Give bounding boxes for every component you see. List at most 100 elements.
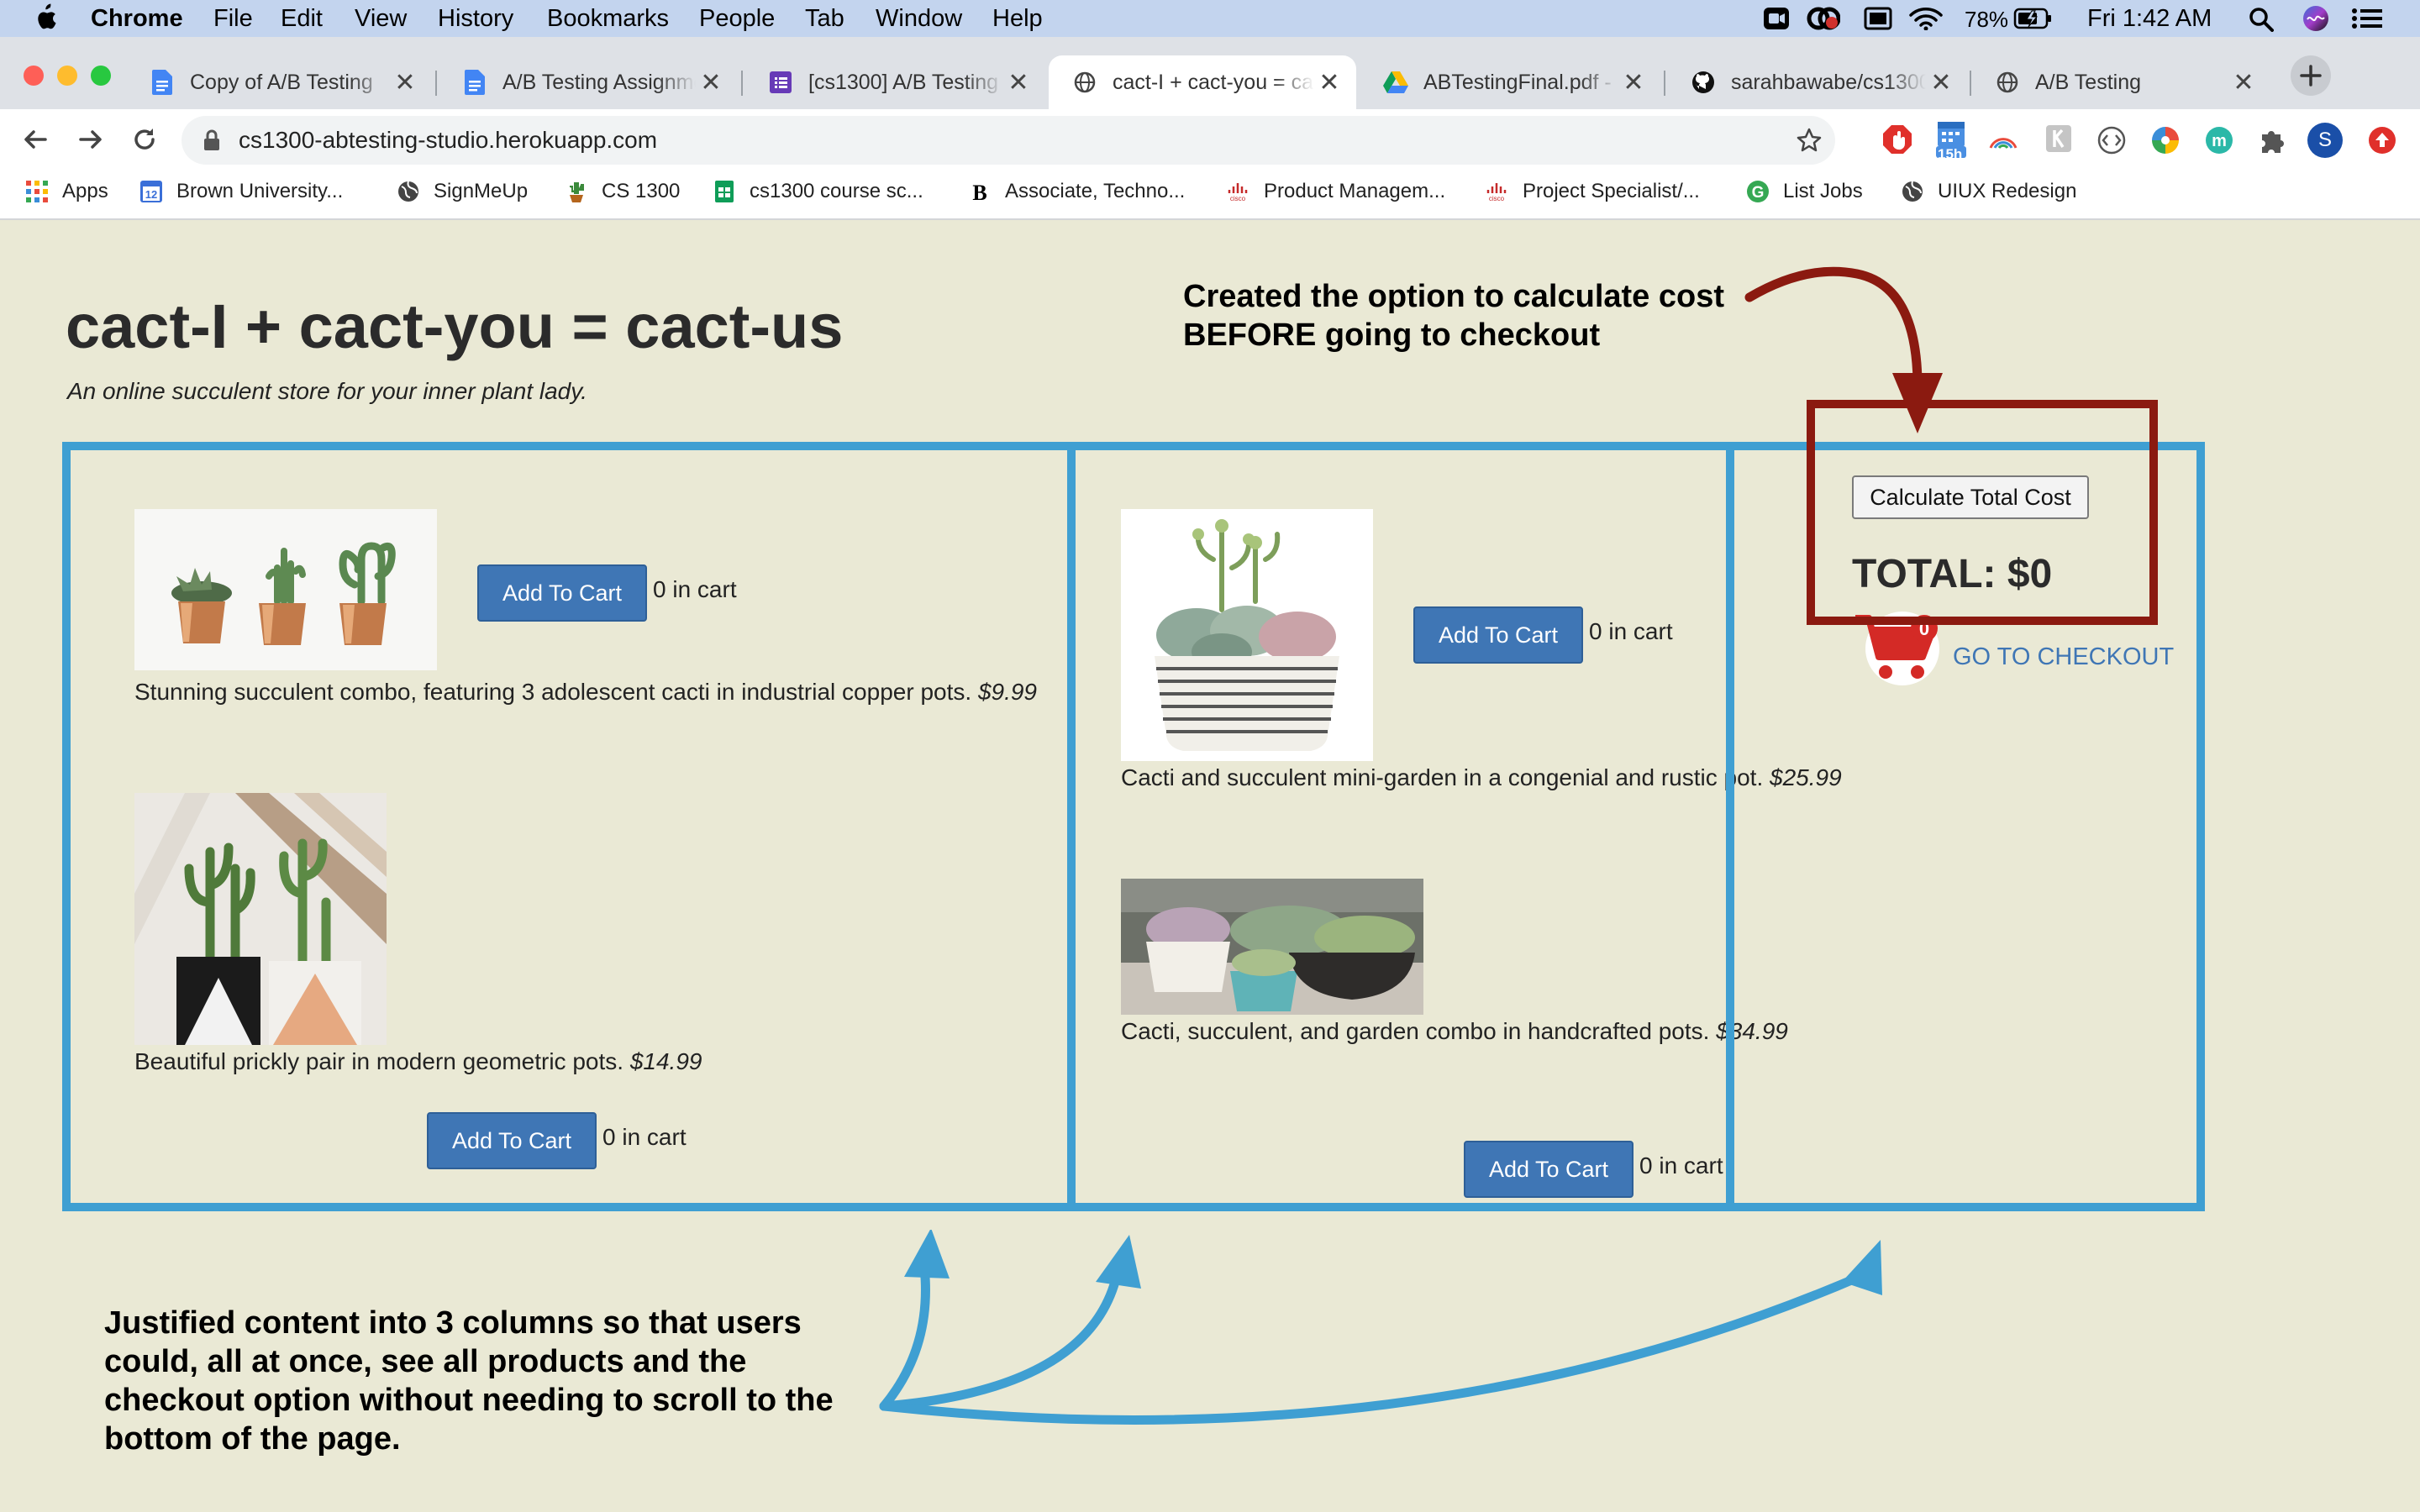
google-sheets-icon — [713, 180, 736, 203]
cactus-icon — [565, 180, 588, 203]
browser-tab[interactable]: A/B Testing ✕ — [1971, 55, 2270, 109]
display-icon[interactable] — [1864, 7, 1892, 30]
bookmark-cs1300[interactable]: CS 1300 — [565, 180, 680, 203]
tab-title: A/B Testing — [2035, 70, 2142, 94]
tab-title: sarahbawabe/cs1300 — [1731, 70, 1926, 94]
tab-close-icon[interactable]: ✕ — [1003, 68, 1034, 97]
new-tab-button[interactable] — [2291, 55, 2331, 96]
rainbow-extension-icon[interactable] — [1988, 128, 2018, 151]
tab-divider — [741, 71, 743, 96]
browser-tab-active[interactable]: cact-I + cact-you = cact-us ✕ — [1049, 55, 1356, 109]
siri-icon[interactable] — [2302, 5, 2329, 32]
camera-icon[interactable] — [1763, 7, 1790, 30]
menu-help[interactable]: Help — [992, 5, 1043, 33]
control-center-icon[interactable] — [2351, 7, 2385, 30]
menu-tab[interactable]: Tab — [805, 5, 844, 33]
annotation-blue-arrows — [879, 1230, 1882, 1425]
annotation-column-box-1 — [62, 442, 1076, 1211]
browser-tab[interactable]: A/B Testing Assignment ✕ — [439, 55, 738, 109]
bookmark-apps[interactable]: Apps — [25, 180, 108, 203]
spotlight-search-icon[interactable] — [2249, 7, 2274, 32]
bookmark-list-jobs[interactable]: G List Jobs — [1746, 180, 1863, 203]
bookmark-label: Apps — [62, 180, 108, 202]
menubar-clock[interactable]: Fri 1:42 AM — [2087, 5, 2212, 33]
bookmark-product-management[interactable]: cisco Product Managem... — [1227, 180, 1445, 203]
mac-menu-bar: Chrome File Edit View History Bookmarks … — [0, 0, 2420, 37]
tab-close-icon[interactable]: ✕ — [1618, 68, 1649, 97]
adblock-extension-icon[interactable] — [1882, 124, 1912, 155]
globe-icon — [1072, 70, 1097, 95]
apple-icon[interactable] — [34, 3, 57, 32]
menu-edit[interactable]: Edit — [281, 5, 323, 33]
battery-icon[interactable] — [2013, 7, 2052, 30]
browser-tab[interactable]: sarahbawabe/cs1300 ✕ — [1667, 55, 1968, 109]
browser-toolbar: cs1300-abtesting-studio.herokuapp.com 15… — [0, 109, 2420, 170]
color-picker-extension-icon[interactable] — [2151, 126, 2180, 155]
address-bar[interactable]: cs1300-abtesting-studio.herokuapp.com — [182, 116, 1835, 165]
update-arrow-icon[interactable] — [2368, 126, 2396, 155]
bookmark-label: SignMeUp — [434, 180, 529, 202]
bookmark-uiux-redesign[interactable]: UIUX Redesign — [1901, 180, 2076, 203]
svg-text:cisco: cisco — [1489, 195, 1505, 202]
calendar-extension-badge: 15h — [1938, 146, 1963, 162]
menu-bookmarks[interactable]: Bookmarks — [547, 5, 669, 33]
tab-close-icon[interactable]: ✕ — [1314, 68, 1344, 97]
bookmark-project-specialist[interactable]: cisco Project Specialist/... — [1486, 180, 1700, 203]
bookmark-star-icon[interactable] — [1797, 128, 1822, 153]
bookmark-label: List Jobs — [1783, 180, 1863, 202]
tab-close-icon[interactable]: ✕ — [696, 68, 726, 97]
annotation-layout-line-1: Justified content into 3 columns so that… — [104, 1305, 802, 1341]
tab-close-icon[interactable]: ✕ — [1926, 68, 1956, 97]
m-extension-icon[interactable]: m — [2205, 126, 2233, 155]
svg-text:B: B — [972, 181, 986, 203]
annotation-column-box-2 — [1067, 442, 1734, 1211]
page-subtitle: An online succulent store for your inner… — [67, 378, 587, 404]
code-extension-icon[interactable] — [2097, 126, 2126, 155]
annotation-layout-line-2: could, all at once, see all products and… — [104, 1344, 747, 1379]
google-docs-icon — [462, 70, 487, 95]
lock-icon[interactable] — [203, 129, 220, 151]
browser-tab[interactable]: Copy of A/B Testing ✕ — [126, 55, 432, 109]
svg-text:G: G — [1752, 184, 1765, 202]
menu-people[interactable]: People — [699, 5, 775, 33]
reload-icon[interactable] — [131, 126, 158, 153]
forward-arrow-icon[interactable] — [77, 126, 104, 153]
annotation-layout-line-3: checkout option without needing to scrol… — [104, 1383, 834, 1418]
puzzle-extensions-icon[interactable] — [2259, 126, 2287, 155]
browser-tab-strip: Copy of A/B Testing ✕ A/B Testing Assign… — [0, 37, 2420, 109]
svg-text:cisco: cisco — [1230, 195, 1246, 202]
bookmark-brown-university[interactable]: 12 Brown University... — [139, 180, 343, 203]
browser-tab[interactable]: ABTestingFinal.pdf - Google Drive ✕ — [1360, 55, 1660, 109]
apps-grid-icon — [25, 180, 49, 203]
menu-history[interactable]: History — [438, 5, 513, 33]
window-minimize-button[interactable] — [57, 66, 77, 86]
annotation-layout-line-4: bottom of the page. — [104, 1421, 401, 1457]
bookmark-associate[interactable]: B Associate, Techno... — [968, 180, 1185, 203]
tab-title: Copy of A/B Testing — [190, 70, 373, 94]
bookmark-course-schedule[interactable]: cs1300 course sc... — [713, 180, 923, 203]
profile-avatar[interactable]: S — [2307, 123, 2343, 158]
bookmarks-bar: Apps 12 Brown University... SignMeUp CS … — [0, 170, 2420, 220]
tab-close-icon[interactable]: ✕ — [390, 68, 420, 97]
bookmark-label: Brown University... — [176, 180, 344, 202]
bookmark-signmeup[interactable]: SignMeUp — [397, 180, 528, 203]
menu-view[interactable]: View — [355, 5, 407, 33]
bookmark-label: UIUX Redesign — [1938, 180, 2077, 202]
b-logo-icon: B — [968, 180, 992, 203]
tab-close-icon[interactable]: ✕ — [2228, 68, 2259, 97]
menu-window[interactable]: Window — [876, 5, 962, 33]
address-url[interactable]: cs1300-abtesting-studio.herokuapp.com — [239, 127, 657, 154]
wifi-icon[interactable] — [1909, 5, 1943, 30]
google-forms-icon — [768, 70, 793, 95]
tab-divider — [1664, 71, 1665, 96]
window-zoom-button[interactable] — [91, 66, 111, 86]
app-menu-chrome[interactable]: Chrome — [91, 5, 183, 33]
window-close-button[interactable] — [24, 66, 44, 86]
creative-cloud-icon[interactable] — [1807, 7, 1840, 30]
google-drive-icon — [1383, 70, 1408, 95]
annotation-calc-line-2: BEFORE going to checkout — [1183, 318, 1601, 353]
menu-file[interactable]: File — [213, 5, 253, 33]
knowt-extension-icon[interactable] — [2045, 124, 2072, 153]
back-arrow-icon[interactable] — [22, 126, 49, 153]
browser-tab[interactable]: [cs1300] A/B Testing ✕ — [744, 55, 1045, 109]
